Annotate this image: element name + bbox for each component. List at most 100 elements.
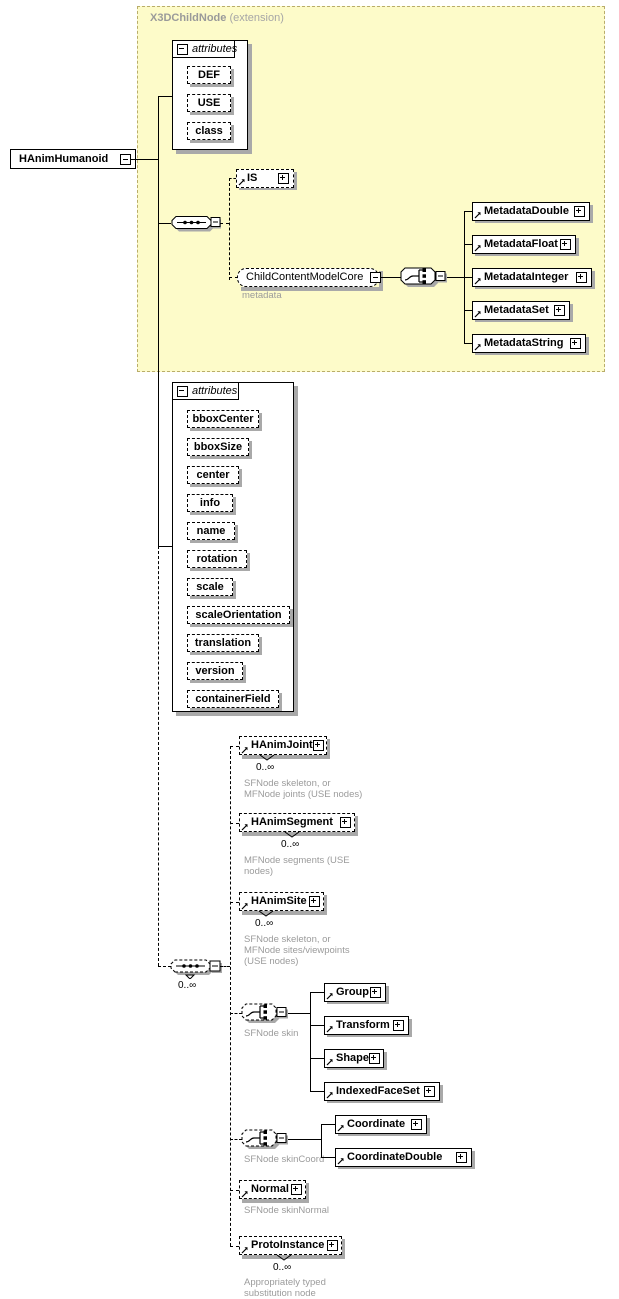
attr-shadow [190, 680, 246, 683]
node-cardinality: 0..∞ [281, 839, 300, 850]
attribute-bboxsize[interactable]: bboxSize [187, 438, 249, 456]
node-metadatafloat[interactable]: MetadataFloat [472, 235, 576, 254]
expand-icon[interactable] [369, 1053, 381, 1064]
ref-arrow-icon [326, 1026, 333, 1033]
attribute-label: class [195, 124, 223, 137]
skin-option-branch [310, 1025, 324, 1026]
attribute-label: name [196, 524, 226, 537]
skincoord-option-branch [321, 1157, 335, 1158]
attribute-class[interactable]: class [187, 122, 231, 140]
expand-icon[interactable] [554, 305, 565, 316]
attr-shadow [243, 665, 246, 683]
expand-icon[interactable] [424, 1086, 435, 1097]
main-spine-mid [158, 159, 159, 546]
ref-arrow-icon [474, 311, 481, 318]
expand-icon[interactable] [278, 173, 289, 184]
attr-shadow [247, 553, 250, 571]
base-attributes-header[interactable]: attributes [173, 41, 237, 58]
group-ref-childcontentmodelcore[interactable]: ChildContentModelCore [237, 268, 379, 287]
attr-shadow [190, 652, 262, 655]
sequence-compositor-base[interactable] [171, 212, 222, 235]
attribute-info[interactable]: info [187, 494, 233, 512]
node-hanimjoint[interactable]: HAnimJoint [239, 736, 327, 755]
attribute-scaleorientation[interactable]: scaleOrientation [187, 606, 290, 624]
attribute-center[interactable]: center [187, 466, 239, 484]
node-shadow-r [592, 271, 595, 289]
node-shadow-r [472, 1151, 475, 1169]
attribute-label: USE [197, 96, 221, 109]
skin-fan-stub [288, 1013, 310, 1014]
expand-icon[interactable] [574, 206, 585, 217]
attr-shadow [259, 413, 262, 431]
root-element-box[interactable]: HAnimHumanoid [10, 149, 136, 169]
node-annotation: SFNode skeleton, or MFNode joints (USE n… [244, 778, 363, 800]
node-label: HAnimSegment [251, 816, 333, 828]
own-children-spine [230, 746, 231, 1246]
choice-compositor-skin[interactable] [241, 1001, 289, 1026]
collapse-icon[interactable] [177, 43, 188, 55]
own-attributes-header[interactable]: attributes [173, 383, 239, 400]
sequence-icon [171, 216, 222, 232]
attr-shadow [235, 525, 238, 543]
attribute-name[interactable]: name [187, 522, 235, 540]
choice-compositor-metadata[interactable] [400, 265, 448, 290]
attr-shadow [239, 469, 242, 487]
node-hanimsegment[interactable]: HAnimSegment [239, 813, 355, 832]
expand-icon[interactable] [291, 1184, 302, 1195]
ref-arrow-icon [474, 245, 481, 252]
node-coordinatedouble[interactable]: CoordinateDouble [335, 1148, 472, 1167]
base-attributes-shadow [176, 150, 252, 154]
skin-annotation: SFNode skin [244, 1028, 299, 1039]
attribute-translation[interactable]: translation [187, 634, 259, 652]
skincoord-fan-stub [288, 1139, 321, 1140]
expand-icon[interactable] [370, 987, 381, 998]
expand-icon[interactable] [560, 239, 571, 250]
expand-icon[interactable] [456, 1152, 467, 1163]
attr-shadow [231, 125, 234, 143]
expand-icon[interactable] [411, 1119, 422, 1130]
attribute-bboxcenter[interactable]: bboxCenter [187, 410, 259, 428]
node-hanimsite[interactable]: HAnimSite [239, 892, 324, 911]
expand-icon[interactable] [393, 1020, 404, 1031]
group-ref-expander[interactable] [370, 272, 381, 283]
attr-shadow [233, 497, 236, 515]
metadata-branch [464, 277, 472, 278]
node-metadatainteger[interactable]: MetadataInteger [472, 268, 592, 287]
expand-icon[interactable] [576, 272, 587, 283]
node-indexedfaceset[interactable]: IndexedFaceSet [324, 1082, 440, 1101]
choice-icon [400, 267, 447, 287]
ref-arrow-icon [326, 993, 333, 1000]
expand-icon[interactable] [340, 817, 351, 828]
expand-icon[interactable] [570, 338, 581, 349]
attribute-use[interactable]: USE [187, 94, 231, 112]
node-metadatadouble[interactable]: MetadataDouble [472, 202, 590, 221]
expand-icon[interactable] [309, 896, 320, 907]
attribute-scale[interactable]: scale [187, 578, 233, 596]
attribute-rotation[interactable]: rotation [187, 550, 247, 568]
attribute-containerfield[interactable]: containerField [187, 690, 279, 708]
attribute-def[interactable]: DEF [187, 66, 231, 84]
metadata-branch [464, 244, 472, 245]
base-children-stub [220, 223, 229, 224]
attribute-version[interactable]: version [187, 662, 243, 680]
choice-compositor-skincoord[interactable] [241, 1127, 289, 1152]
collapse-icon[interactable] [177, 385, 188, 397]
node-transform[interactable]: Transform [324, 1016, 409, 1035]
node-normal[interactable]: Normal [239, 1180, 306, 1199]
node-shadow-r [586, 337, 589, 355]
expand-icon[interactable] [312, 740, 324, 751]
attr-shadow [190, 624, 293, 627]
attr-shadow [190, 540, 238, 543]
attr-shadow [190, 568, 250, 571]
skin-fan-spine [310, 992, 311, 1091]
node-metadataset[interactable]: MetadataSet [472, 301, 570, 320]
node-protoinstance[interactable]: ProtoInstance [239, 1236, 342, 1255]
expand-icon[interactable] [327, 1240, 338, 1251]
hanim-branch [230, 746, 239, 747]
node-shadow-r [570, 304, 573, 322]
node-metadatastring[interactable]: MetadataString [472, 334, 586, 353]
root-expander[interactable] [120, 154, 131, 165]
node-coordinate[interactable]: Coordinate [335, 1115, 427, 1134]
group-ref-label: ChildContentModelCore [246, 271, 364, 283]
sequence-compositor-own[interactable] [170, 955, 222, 980]
